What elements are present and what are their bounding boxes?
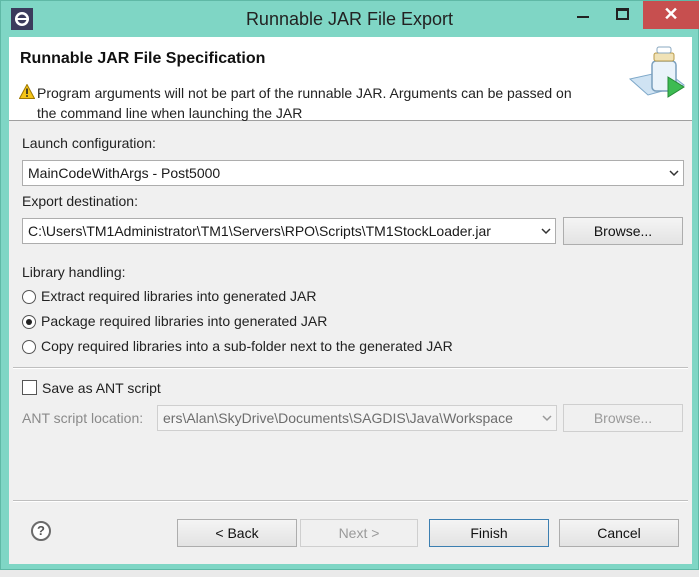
back-button[interactable]: < Back (177, 519, 297, 547)
ant-location-label: ANT script location: (22, 410, 144, 426)
minimize-button[interactable] (563, 1, 603, 29)
ant-location-value: ers\Alan\SkyDrive\Documents\SAGDIS\Java\… (163, 410, 513, 426)
radio-button-selected[interactable] (22, 315, 36, 329)
save-ant-checkbox[interactable] (22, 380, 37, 395)
maximize-button[interactable] (603, 1, 643, 29)
desktop-background (0, 570, 699, 577)
dialog-client-area: Runnable JAR File Specification Program … (9, 37, 692, 564)
export-destination-label: Export destination: (22, 193, 138, 209)
radio-button[interactable] (22, 290, 36, 304)
maximize-icon (616, 8, 629, 20)
next-button[interactable]: Next > (300, 519, 418, 547)
chevron-down-icon (541, 228, 551, 235)
cancel-button[interactable]: Cancel (559, 519, 679, 547)
close-button[interactable]: ✕ (643, 1, 699, 29)
title-bar[interactable]: Runnable JAR File Export ✕ (1, 1, 699, 37)
export-destination-combo[interactable]: C:\Users\TM1Administrator\TM1\Servers\RP… (22, 218, 556, 244)
header-message: Program arguments will not be part of th… (37, 83, 627, 123)
launch-config-value: MainCodeWithArgs - Post5000 (28, 165, 221, 181)
ant-browse-button[interactable]: Browse... (563, 404, 683, 432)
export-destination-value: C:\Users\TM1Administrator\TM1\Servers\RP… (28, 223, 491, 239)
footer-divider (13, 500, 688, 502)
help-icon[interactable]: ? (31, 521, 51, 541)
radio-label: Copy required libraries into a sub-folde… (41, 338, 453, 354)
section-divider (13, 367, 688, 369)
ant-location-combo[interactable]: ers\Alan\SkyDrive\Documents\SAGDIS\Java\… (157, 405, 557, 431)
warning-icon (19, 84, 35, 99)
wizard-header: Runnable JAR File Specification Program … (9, 37, 692, 121)
export-dialog-window: Runnable JAR File Export ✕ Runnable JAR … (0, 0, 699, 570)
finish-button[interactable]: Finish (429, 519, 549, 547)
save-ant-label: Save as ANT script (42, 380, 161, 396)
minimize-icon (577, 16, 589, 18)
radio-label: Extract required libraries into generate… (41, 288, 317, 304)
radio-label: Package required libraries into generate… (41, 313, 328, 329)
export-browse-button[interactable]: Browse... (563, 217, 683, 245)
library-handling-label: Library handling: (22, 264, 126, 280)
close-icon: ✕ (663, 4, 679, 24)
launch-config-label: Launch configuration: (22, 135, 156, 151)
launch-config-select[interactable]: MainCodeWithArgs - Post5000 (22, 160, 684, 186)
page-title: Runnable JAR File Specification (20, 50, 266, 67)
jar-export-wizard-icon (628, 46, 686, 98)
chevron-down-icon (669, 170, 679, 177)
chevron-down-icon (542, 415, 552, 422)
radio-button[interactable] (22, 340, 36, 354)
header-message-line-1: Program arguments will not be part of th… (37, 85, 572, 101)
header-message-line-2: the command line when launching the JAR (37, 105, 303, 121)
